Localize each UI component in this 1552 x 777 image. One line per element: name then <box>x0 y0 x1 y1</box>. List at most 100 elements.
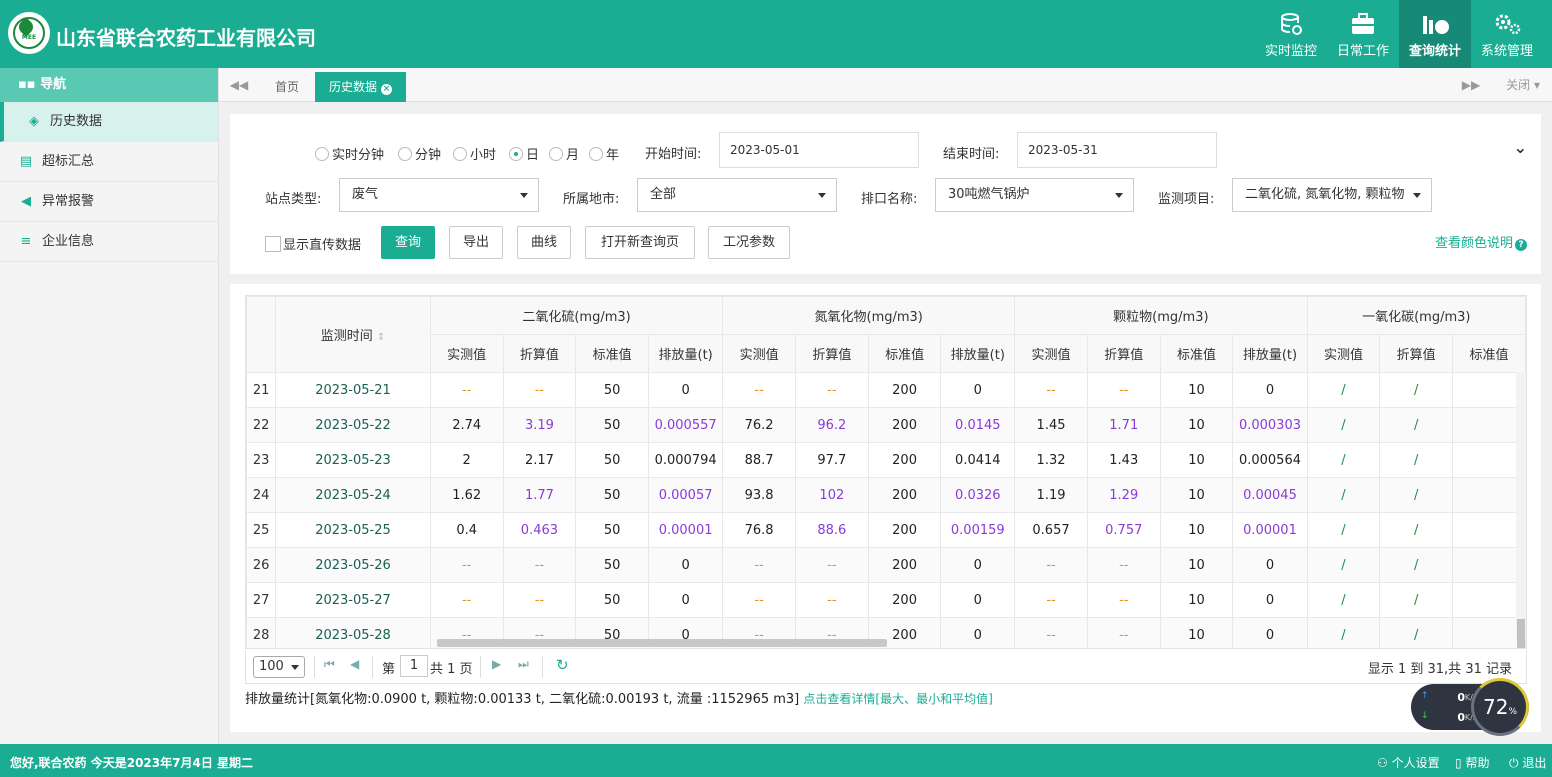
subcolumn-header: 排放量(t) <box>648 334 724 373</box>
next-page-icon[interactable]: ▶ <box>492 657 501 671</box>
greeting-text: 您好,联合农药 今天是2023年7月4日 星期二 <box>10 754 253 771</box>
first-page-icon[interactable]: ⏮ <box>324 657 335 672</box>
caret-icon <box>291 665 299 670</box>
table-row[interactable]: 25 2023-05-25 0.4 0.463 50 0.00001 76.8 88.6 200… <box>246 512 1526 548</box>
footer-bar: 您好,联合农药 今天是2023年7月4日 星期二 ⚇ 个人设置 ▯ 帮助 ⏻ 退… <box>0 744 1552 777</box>
stats-detail-link[interactable]: 点击查看详情[最大、最小和平均值] <box>803 692 992 706</box>
table-cell: 1.62 <box>429 477 504 513</box>
sidebar-item-label: 异常报警 <box>42 194 95 209</box>
prev-page-icon[interactable]: ◀ <box>350 657 359 671</box>
table-cell: 0.0145 <box>940 407 1016 443</box>
export-button[interactable]: 导出 <box>449 226 503 259</box>
subcolumn-header: 标准值 <box>575 334 650 373</box>
sidebar-item-alarm[interactable]: ◀ 异常报警 <box>0 182 218 222</box>
radio-year[interactable]: 年 <box>589 144 619 163</box>
table-cell: / <box>1379 547 1454 583</box>
chevron-down-icon[interactable]: ⌄ <box>1514 138 1527 157</box>
time-column-header[interactable]: 监测时间 ⇕ <box>275 296 431 373</box>
network-speed-widget[interactable]: ↑ 0 K/s ↓ 0 K/s 72% <box>1411 678 1529 736</box>
subcolumn-header: 排放量(t) <box>940 334 1016 373</box>
topnav-system-admin[interactable]: 系统管理 <box>1471 0 1543 68</box>
condition-params-button[interactable]: 工况参数 <box>708 226 790 259</box>
table-row[interactable]: 27 2023-05-27 -- -- 50 0 -- -- 200 0 -- -- 10 0// <box>246 582 1526 618</box>
table-cell: 0 <box>940 617 1016 648</box>
table-cell: 0 <box>1232 617 1308 648</box>
page-size-select[interactable]: 100 <box>253 656 305 678</box>
site-type-select[interactable]: 废气 <box>339 178 539 212</box>
table-cell: 0.00001 <box>1232 512 1308 548</box>
data-grid: 监测时间 ⇕ 二氧化硫(mg/m3) 氮氧化物(mg/m3) 颗粒物(mg/m3… <box>245 295 1527 649</box>
color-help-link[interactable]: 查看颜色说明? <box>1435 232 1527 251</box>
checkbox-box[interactable] <box>265 236 281 252</box>
monitor-item-select[interactable]: 二氧化硫, 氮氧化物, 颗粒物 <box>1232 178 1432 212</box>
table-cell: 76.2 <box>722 407 796 443</box>
table-cell: / <box>1306 512 1381 548</box>
query-button[interactable]: 查询 <box>381 226 435 259</box>
horizontal-scroll-thumb[interactable] <box>437 639 887 647</box>
table-cell: 50 <box>575 547 650 583</box>
help-link[interactable]: ▯ 帮助 <box>1455 754 1489 771</box>
site-type-label: 站点类型: <box>265 192 322 207</box>
table-cell <box>1452 477 1526 513</box>
last-page-icon[interactable]: ⏭ <box>518 657 529 672</box>
topnav-daily-work[interactable]: 日常工作 <box>1327 0 1399 68</box>
radio-month[interactable]: 月 <box>549 144 579 163</box>
sidebar-item-history[interactable]: ◈ 历史数据 <box>0 102 218 142</box>
table-cell: 1.45 <box>1014 407 1088 443</box>
vertical-scroll-thumb[interactable] <box>1517 619 1525 648</box>
topnav-realtime-monitor[interactable]: 实时监控 <box>1255 0 1327 68</box>
row-date: 2023-05-28 <box>275 617 431 648</box>
end-time-input[interactable]: 2023-05-31 <box>1017 132 1217 168</box>
row-date: 2023-05-27 <box>275 582 431 618</box>
table-cell: -- <box>722 547 796 583</box>
usage-percent: 72 <box>1482 695 1509 719</box>
region-select[interactable]: 全部 <box>637 178 837 212</box>
table-row[interactable]: 23 2023-05-23 2 2.17 50 0.000794 88.7 97.7 200 0.… <box>246 442 1526 478</box>
table-cell: 2.74 <box>429 407 504 443</box>
table-cell: 2 <box>429 442 504 478</box>
table-cell: 88.7 <box>722 442 796 478</box>
refresh-icon[interactable]: ↻ <box>556 656 569 674</box>
emission-stats: 排放量统计[氮氧化物:0.0900 t, 颗粒物:0.00133 t, 二氧化硫… <box>245 688 993 707</box>
table-row[interactable]: 26 2023-05-26 -- -- 50 0 -- -- 200 0 -- -- 10 0// <box>246 547 1526 583</box>
speaker-icon: ◀ <box>21 194 31 209</box>
radio-day[interactable]: 日 <box>509 144 539 163</box>
radio-label: 月 <box>566 148 580 163</box>
data-panel: 监测时间 ⇕ 二氧化硫(mg/m3) 氮氧化物(mg/m3) 颗粒物(mg/m3… <box>230 284 1541 732</box>
radio-minute[interactable]: 分钟 <box>398 144 441 163</box>
close-tab-icon[interactable]: × <box>381 84 393 95</box>
table-row[interactable]: 21 2023-05-21 -- -- 50 0 -- -- 200 0 -- -- 10 0// <box>246 372 1526 408</box>
download-arrow-icon: ↓ <box>1421 711 1429 721</box>
subcolumn-header: 折算值 <box>1379 334 1454 373</box>
start-time-input[interactable]: 2023-05-01 <box>719 132 919 168</box>
radio-hour[interactable]: 小时 <box>453 144 496 163</box>
radio-label: 分钟 <box>415 148 442 163</box>
outlet-select[interactable]: 30吨燃气锅炉 <box>935 178 1134 212</box>
page-number-input[interactable]: 1 <box>400 655 428 677</box>
tab-scroll-right-icon[interactable]: ▶▶ <box>1451 68 1491 102</box>
tab-home[interactable]: 首页 <box>261 72 313 102</box>
sidebar-item-company-info[interactable]: ≡ 企业信息 <box>0 222 218 262</box>
table-row[interactable]: 24 2023-05-24 1.62 1.77 50 0.00057 93.8 102 200 0… <box>246 477 1526 513</box>
sidebar-item-exceed-summary[interactable]: ▤ 超标汇总 <box>0 142 218 182</box>
sort-icon[interactable]: ⇕ <box>377 332 385 343</box>
logout-link[interactable]: ⏻ 退出 <box>1509 754 1546 771</box>
personal-settings-link[interactable]: ⚇ 个人设置 <box>1377 754 1440 771</box>
tab-scroll-left-icon[interactable]: ◀◀ <box>219 68 259 102</box>
topnav-query-stats[interactable]: 查询统计 <box>1399 0 1471 68</box>
table-row[interactable]: 22 2023-05-22 2.74 3.19 50 0.000557 76.2 96.2 20… <box>246 407 1526 443</box>
upload-value: 0 <box>1457 691 1465 704</box>
curve-button[interactable]: 曲线 <box>517 226 571 259</box>
vertical-scrollbar[interactable] <box>1516 372 1526 648</box>
table-cell: 10 <box>1159 442 1234 478</box>
caret-icon <box>1413 193 1421 198</box>
open-new-query-button[interactable]: 打开新查询页 <box>585 226 695 259</box>
close-tabs-menu[interactable]: 关闭 ▾ <box>1506 68 1540 102</box>
radio-realtime-minute[interactable]: 实时分钟 <box>315 144 384 163</box>
table-cell: -- <box>1086 372 1161 408</box>
topnav-label: 系统管理 <box>1480 44 1533 59</box>
row-date: 2023-05-26 <box>275 547 431 583</box>
show-direct-data-checkbox[interactable]: 显示直传数据 <box>265 234 361 253</box>
tab-history-data[interactable]: 历史数据 × <box>315 72 407 102</box>
table-cell: -- <box>429 547 504 583</box>
